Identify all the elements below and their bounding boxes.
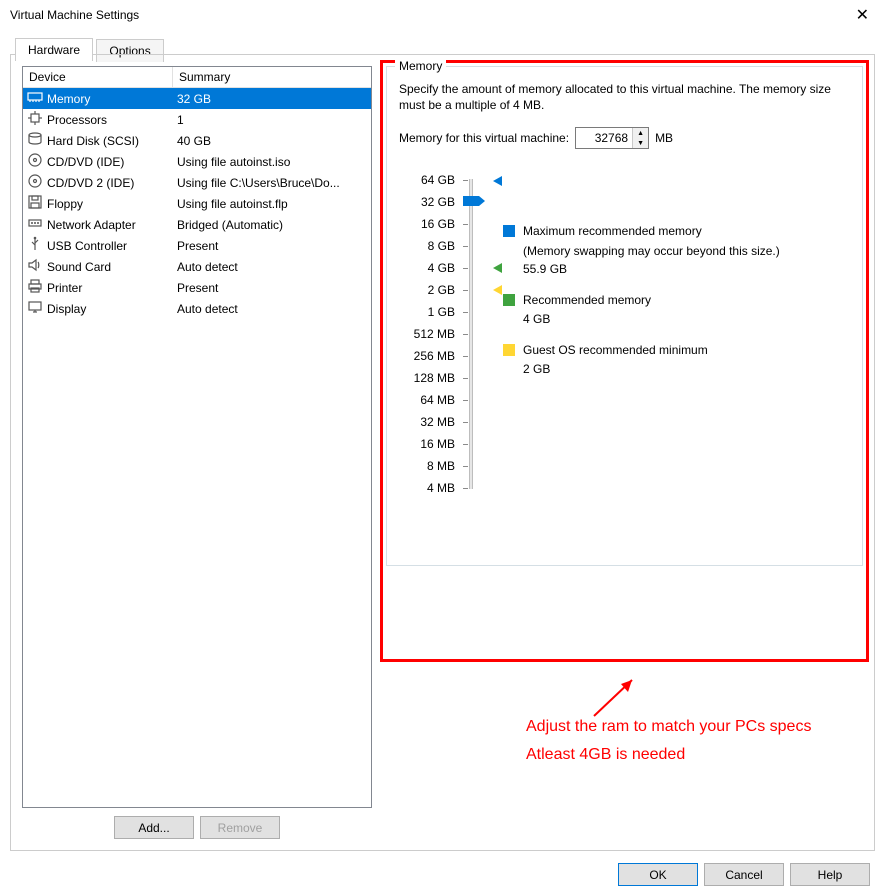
col-summary[interactable]: Summary xyxy=(173,67,371,88)
groupbox-title: Memory xyxy=(395,59,446,73)
device-summary: Auto detect xyxy=(173,260,371,274)
device-list[interactable]: Device Summary Memory 32 GB Processors 1 Har… xyxy=(22,66,372,808)
slider-tick-label: 8 GB xyxy=(399,235,459,257)
tab-hardware[interactable]: Hardware xyxy=(15,38,93,61)
device-name: Network Adapter xyxy=(47,218,136,232)
legend-swatch-max xyxy=(503,225,515,237)
max-marker-icon xyxy=(493,176,502,186)
cpu-icon xyxy=(27,110,43,129)
slider-tick-label: 32 MB xyxy=(399,411,459,433)
legend-rec-label: Recommended memory xyxy=(523,292,651,308)
device-name: Processors xyxy=(47,113,107,127)
annotation-text-2: Atleast 4GB is needed xyxy=(526,744,685,766)
device-row[interactable]: USB Controller Present xyxy=(23,235,371,256)
device-name: Printer xyxy=(47,281,82,295)
device-row[interactable]: Hard Disk (SCSI) 40 GB xyxy=(23,130,371,151)
memory-icon xyxy=(27,89,43,108)
ok-button[interactable]: OK xyxy=(618,863,698,886)
device-row[interactable]: CD/DVD 2 (IDE) Using file C:\Users\Bruce\… xyxy=(23,172,371,193)
slider-tick-label: 64 GB xyxy=(399,169,459,191)
memory-slider[interactable] xyxy=(463,169,479,499)
display-icon xyxy=(27,299,43,318)
slider-thumb[interactable] xyxy=(463,196,479,206)
help-button[interactable]: Help xyxy=(790,863,870,886)
net-icon xyxy=(27,215,43,234)
device-summary: 32 GB xyxy=(173,92,371,106)
window-title: Virtual Machine Settings xyxy=(10,8,139,22)
spin-down-icon[interactable]: ▼ xyxy=(633,138,648,148)
col-device[interactable]: Device xyxy=(23,67,173,88)
memory-unit: MB xyxy=(655,131,673,145)
device-row[interactable]: Network Adapter Bridged (Automatic) xyxy=(23,214,371,235)
legend-max-val: 55.9 GB xyxy=(503,262,850,276)
legend-swatch-min xyxy=(503,344,515,356)
device-summary: Present xyxy=(173,239,371,253)
slider-tick-labels: 64 GB32 GB16 GB8 GB4 GB2 GB1 GB512 MB256… xyxy=(399,169,459,499)
memory-groupbox: Memory Specify the amount of memory allo… xyxy=(386,66,863,566)
slider-tick-label: 32 GB xyxy=(399,191,459,213)
sound-icon xyxy=(27,257,43,276)
memory-input-label: Memory for this virtual machine: xyxy=(399,131,569,145)
device-summary: Present xyxy=(173,281,371,295)
device-name: Display xyxy=(47,302,86,316)
slider-tick-label: 4 MB xyxy=(399,477,459,499)
legend-min-label: Guest OS recommended minimum xyxy=(523,342,708,358)
slider-tick-label: 2 GB xyxy=(399,279,459,301)
memory-input[interactable] xyxy=(576,131,632,145)
slider-tick-label: 1 GB xyxy=(399,301,459,323)
floppy-icon xyxy=(27,194,43,213)
device-summary: Using file autoinst.iso xyxy=(173,155,371,169)
cancel-button[interactable]: Cancel xyxy=(704,863,784,886)
usb-icon xyxy=(27,236,43,255)
device-name: USB Controller xyxy=(47,239,127,253)
slider-tick-label: 16 GB xyxy=(399,213,459,235)
legend-max-label: Maximum recommended memory xyxy=(523,223,702,239)
legend-rec-val: 4 GB xyxy=(503,312,850,326)
device-row[interactable]: Printer Present xyxy=(23,277,371,298)
disc-icon xyxy=(27,152,43,171)
device-row[interactable]: CD/DVD (IDE) Using file autoinst.iso xyxy=(23,151,371,172)
device-name: Hard Disk (SCSI) xyxy=(47,134,139,148)
device-row[interactable]: Display Auto detect xyxy=(23,298,371,319)
device-summary: Bridged (Automatic) xyxy=(173,218,371,232)
spin-up-icon[interactable]: ▲ xyxy=(633,128,648,138)
slider-tick-label: 512 MB xyxy=(399,323,459,345)
device-summary: 40 GB xyxy=(173,134,371,148)
device-name: CD/DVD 2 (IDE) xyxy=(47,176,134,190)
device-summary: Using file autoinst.flp xyxy=(173,197,371,211)
slider-tick-label: 8 MB xyxy=(399,455,459,477)
slider-tick-label: 64 MB xyxy=(399,389,459,411)
legend-swatch-rec xyxy=(503,294,515,306)
hdd-icon xyxy=(27,131,43,150)
memory-spinner[interactable]: ▲ ▼ xyxy=(575,127,649,149)
slider-tick-label: 128 MB xyxy=(399,367,459,389)
annotation-text-1: Adjust the ram to match your PCs specs xyxy=(526,716,811,738)
device-summary: Auto detect xyxy=(173,302,371,316)
device-row[interactable]: Floppy Using file autoinst.flp xyxy=(23,193,371,214)
legend-max-note: (Memory swapping may occur beyond this s… xyxy=(503,244,850,258)
close-icon[interactable]: ✕ xyxy=(848,3,877,27)
device-name: CD/DVD (IDE) xyxy=(47,155,124,169)
remove-button[interactable]: Remove xyxy=(200,816,280,839)
device-name: Memory xyxy=(47,92,90,106)
min-marker-icon xyxy=(493,285,502,295)
device-summary: Using file C:\Users\Bruce\Do... xyxy=(173,176,371,190)
memory-description: Specify the amount of memory allocated t… xyxy=(399,81,850,113)
device-row[interactable]: Processors 1 xyxy=(23,109,371,130)
slider-tick-label: 256 MB xyxy=(399,345,459,367)
slider-tick-label: 16 MB xyxy=(399,433,459,455)
device-summary: 1 xyxy=(173,113,371,127)
disc-icon xyxy=(27,173,43,192)
slider-tick-label: 4 GB xyxy=(399,257,459,279)
add-button[interactable]: Add... xyxy=(114,816,194,839)
device-list-header: Device Summary xyxy=(23,67,371,88)
device-row[interactable]: Memory 32 GB xyxy=(23,88,371,109)
device-name: Floppy xyxy=(47,197,83,211)
printer-icon xyxy=(27,278,43,297)
rec-marker-icon xyxy=(493,263,502,273)
legend-min-val: 2 GB xyxy=(503,362,850,376)
device-row[interactable]: Sound Card Auto detect xyxy=(23,256,371,277)
titlebar: Virtual Machine Settings ✕ xyxy=(0,0,885,30)
device-name: Sound Card xyxy=(47,260,111,274)
